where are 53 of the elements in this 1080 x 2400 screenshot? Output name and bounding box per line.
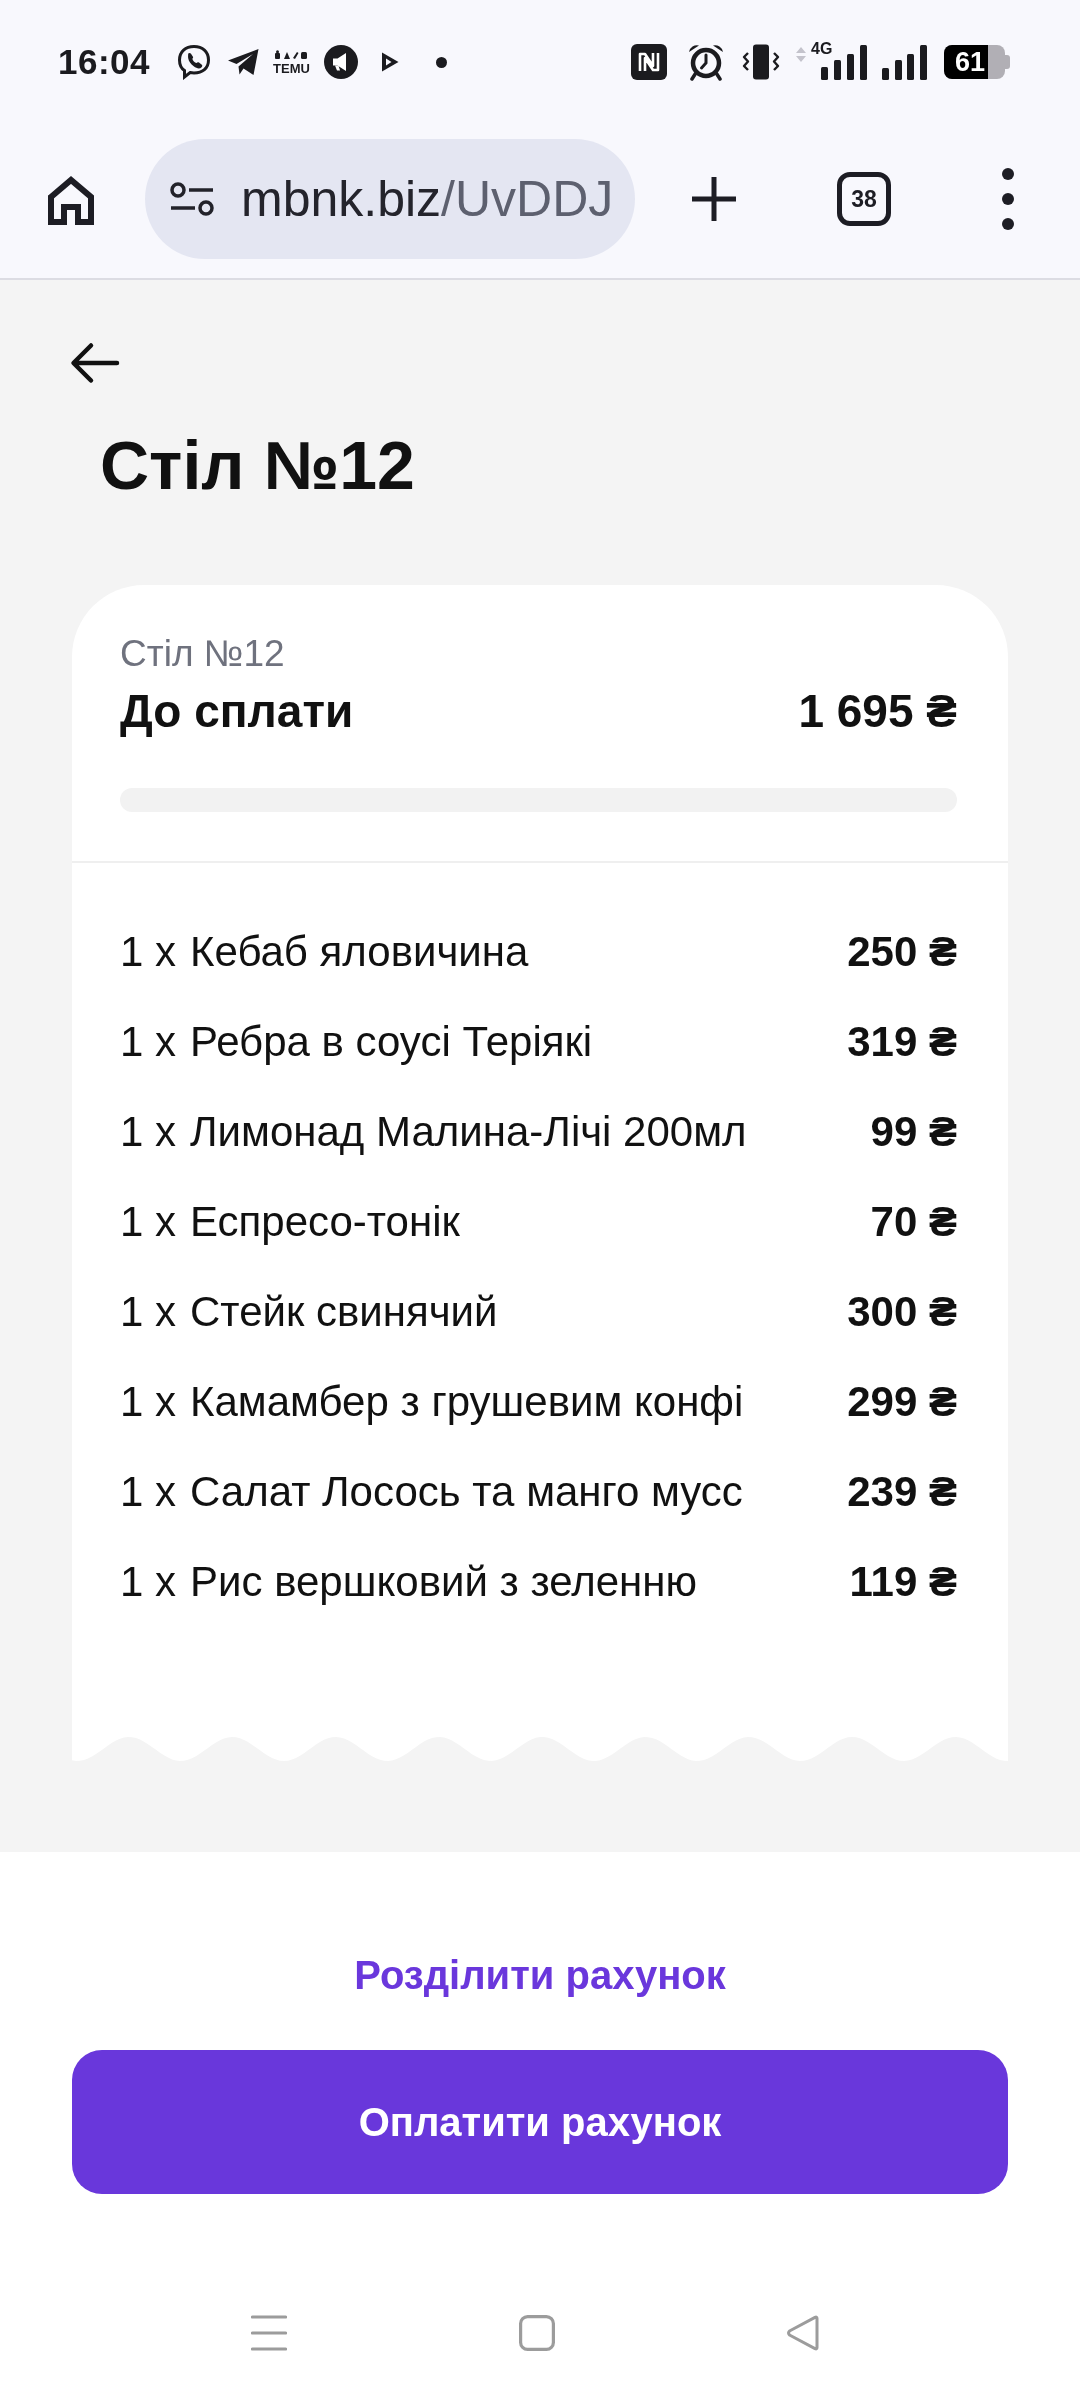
item-name: Рис вершковий з зеленню [190, 1557, 697, 1607]
menu-icon[interactable] [1001, 168, 1015, 230]
item-quantity: 1 x [120, 1197, 177, 1247]
vibrate-icon [742, 44, 780, 80]
battery-level-text: 61 [955, 48, 986, 76]
item-quantity: 1 x [120, 1377, 177, 1427]
item-price: 239 ₴ [847, 1467, 957, 1517]
item-quantity: 1 x [120, 1107, 177, 1157]
amount-due-label: До сплати [120, 684, 354, 739]
square-icon[interactable] [519, 2315, 555, 2351]
item-quantity: 1 x [120, 1467, 177, 1517]
network-type-text: 4G [811, 40, 833, 57]
amount-due-value: 1 695 ₴ [798, 684, 957, 739]
alarm-clock-icon [687, 43, 725, 81]
split-bill-link[interactable]: Розділити рахунок [354, 1951, 726, 1999]
item-quantity: 1 x [120, 1557, 177, 1607]
logo-shapes-icon [274, 49, 309, 60]
notification-dot-icon [435, 56, 447, 68]
battery-icon [944, 45, 1010, 79]
sliders-icon[interactable] [169, 182, 215, 216]
item-quantity: 1 x [120, 1017, 177, 1067]
item-price: 70 ₴ [870, 1197, 957, 1247]
clock-time: 16:04 [58, 42, 151, 82]
item-price: 299 ₴ [847, 1377, 957, 1427]
item-price: 99 ₴ [870, 1107, 957, 1157]
data-arrows-icon [796, 46, 806, 62]
item-name: Ребра в соусі Теріякі [190, 1017, 593, 1067]
signal-icon [882, 44, 928, 80]
plus-icon[interactable] [690, 175, 738, 223]
pay-button[interactable]: Оплатити рахунок [72, 2050, 1008, 2194]
play-icon [379, 51, 400, 73]
nfc-icon [631, 44, 667, 80]
megaphone-icon [323, 45, 358, 79]
item-name: Камамбер з грушевим конфі [190, 1377, 744, 1427]
app-logo-text: TEMU [273, 61, 310, 75]
address-bar[interactable]: mbnk.biz/UvDDJ [145, 139, 635, 259]
table-label: Стіл №12 [120, 632, 285, 676]
item-name: Еспресо-тонік [190, 1197, 460, 1247]
item-quantity: 1 x [120, 927, 177, 977]
item-name: Кебаб яловичина [190, 927, 529, 977]
item-price: 250 ₴ [847, 927, 957, 977]
item-name: Лимонад Малина-Лічі 200мл [190, 1107, 747, 1157]
tab-switcher-button[interactable]: 38 [837, 172, 891, 226]
page-title: Стіл №12 [100, 429, 415, 501]
item-price: 300 ₴ [847, 1287, 957, 1337]
back-icon[interactable] [70, 342, 120, 384]
item-price: 319 ₴ [847, 1017, 957, 1067]
paper-plane-icon [227, 48, 261, 76]
item-price: 119 ₴ [849, 1557, 957, 1607]
item-quantity: 1 x [120, 1287, 177, 1337]
chat-bubble-phone-icon [176, 44, 213, 80]
item-name: Стейк свинячий [190, 1287, 498, 1337]
item-name: Салат Лосось та манго мусс [190, 1467, 743, 1517]
